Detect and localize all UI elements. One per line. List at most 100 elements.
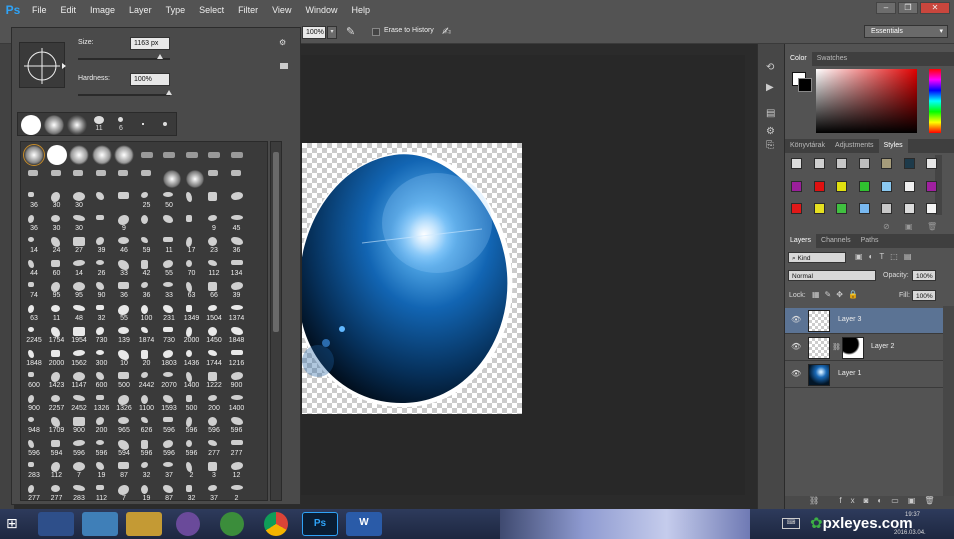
brush-preset[interactable]: 55	[113, 303, 135, 325]
brush-preset[interactable]: 1400	[226, 393, 248, 415]
brush-preset[interactable]: 600	[91, 370, 113, 392]
brush-preset[interactable]: 32	[136, 460, 158, 482]
photoshop-taskbar-icon[interactable]: Ps	[302, 512, 338, 536]
brush-preset[interactable]	[136, 145, 158, 167]
word-icon[interactable]: W	[346, 512, 382, 536]
brush-preset[interactable]: 596	[226, 415, 248, 437]
utorrent-icon[interactable]	[220, 512, 244, 536]
brush-preset[interactable]: 1450	[203, 325, 225, 347]
brush-preset[interactable]	[203, 145, 225, 167]
style-swatch[interactable]	[903, 180, 915, 192]
brush-preset[interactable]: 283	[68, 483, 90, 500]
brush-preset[interactable]: 1147	[68, 370, 90, 392]
brush-preset[interactable]: 32	[91, 303, 113, 325]
brush-preset[interactable]: 30	[46, 213, 68, 235]
menu-layer[interactable]: Layer	[123, 0, 160, 20]
brush-preset[interactable]: 2000	[46, 348, 68, 370]
layers-footer-icons[interactable]: ⛓ fx◙◐▭▣🗑	[785, 496, 954, 509]
brush-preset[interactable]: 1374	[226, 303, 248, 325]
size-input[interactable]: 1163 px	[130, 37, 170, 50]
opacity-input[interactable]: 100%	[912, 270, 936, 281]
brush-preset[interactable]: 63	[181, 280, 203, 302]
brush-preset[interactable]: 36	[136, 280, 158, 302]
brush-preset[interactable]	[91, 168, 113, 190]
tab-paths[interactable]: Paths	[856, 234, 884, 248]
brush-preset[interactable]: 36	[226, 235, 248, 257]
recent-brush-7[interactable]	[163, 122, 167, 126]
brush-preset[interactable]: 27	[68, 235, 90, 257]
brush-preset[interactable]: 900	[226, 370, 248, 392]
brush-preset[interactable]	[91, 145, 113, 167]
brush-preset[interactable]: 25	[136, 190, 158, 212]
play-actions-icon[interactable]: ▶	[766, 82, 774, 93]
brush-preset[interactable]: 277	[23, 483, 45, 500]
brush-preset[interactable]: 74	[23, 280, 45, 302]
brush-preset[interactable]: 14	[68, 258, 90, 280]
style-swatch[interactable]	[791, 203, 802, 214]
brush-preset[interactable]	[203, 168, 225, 190]
brush-preset[interactable]	[158, 213, 180, 235]
visibility-eye-icon[interactable]: 👁	[791, 343, 801, 351]
scrollbar-thumb[interactable]	[273, 152, 279, 332]
fill-input[interactable]: 100%	[912, 290, 936, 301]
new-preset-icon[interactable]	[280, 63, 288, 69]
layer-filter-icons[interactable]: ▣◐T⬚▤	[855, 252, 917, 261]
layers-scrollbar[interactable]	[943, 306, 954, 496]
brush-preset[interactable]: 50	[158, 190, 180, 212]
brush-preset[interactable]	[46, 168, 68, 190]
brush-preset[interactable]: 1349	[181, 303, 203, 325]
brush-preset[interactable]: 48	[68, 303, 90, 325]
brush-grid-scrollbar[interactable]	[270, 141, 282, 501]
brush-preset[interactable]: 11	[158, 235, 180, 257]
brush-preset[interactable]: 231	[158, 303, 180, 325]
brush-preset[interactable]: 1744	[203, 348, 225, 370]
brush-preset[interactable]	[158, 168, 181, 190]
brush-preset[interactable]: 45	[226, 213, 248, 235]
brush-preset[interactable]: 7	[113, 483, 135, 500]
layer-mask-thumbnail[interactable]	[842, 337, 864, 359]
brush-preset[interactable]	[181, 190, 203, 212]
menu-window[interactable]: Window	[299, 0, 345, 20]
brush-preset[interactable]	[136, 213, 158, 235]
brush-preset[interactable]: 66	[203, 280, 225, 302]
hardness-slider-handle[interactable]	[166, 90, 172, 95]
brush-preset[interactable]	[113, 168, 135, 190]
style-swatch[interactable]	[903, 158, 915, 169]
brush-preset[interactable]	[158, 145, 180, 167]
layer-row-layer-3[interactable]: 👁 Layer 3	[785, 308, 943, 334]
restore-button[interactable]: ❐	[898, 2, 918, 14]
brush-preset[interactable]: 87	[113, 460, 135, 482]
brush-preset[interactable]: 1100	[136, 393, 158, 415]
brush-preset[interactable]: 2442	[136, 370, 158, 392]
history-icon[interactable]: ⟲	[766, 62, 774, 73]
brush-preset[interactable]: 200	[91, 415, 113, 437]
brush-preset[interactable]: 95	[46, 280, 68, 302]
brush-preset[interactable]: 32	[181, 483, 203, 500]
brush-preset[interactable]: 100	[136, 303, 158, 325]
brush-preset[interactable]: 30	[46, 190, 68, 212]
menu-edit[interactable]: Edit	[55, 0, 85, 20]
brush-preset[interactable]: 283	[23, 460, 45, 482]
brush-preset[interactable]: 17	[181, 235, 203, 257]
brush-preset[interactable]: 1423	[46, 370, 68, 392]
brush-preset[interactable]: 20	[136, 348, 158, 370]
hue-slider[interactable]	[929, 69, 941, 133]
brush-preset[interactable]: 24	[46, 235, 68, 257]
style-swatch[interactable]	[836, 180, 847, 192]
brush-preset[interactable]: 36	[23, 190, 45, 212]
brush-preset[interactable]: 596	[91, 438, 113, 460]
tab-adjustments[interactable]: Adjustments	[830, 139, 879, 153]
menu-file[interactable]: File	[26, 0, 55, 20]
brush-preset[interactable]: 1874	[136, 325, 158, 347]
brush-preset[interactable]: 1222	[203, 370, 225, 392]
chain-link-icon[interactable]: ⛓	[832, 343, 841, 351]
brush-preset[interactable]: 596	[136, 438, 158, 460]
hardness-slider[interactable]	[78, 94, 170, 96]
workspace-switcher[interactable]: Essentials ▾	[864, 25, 948, 38]
brush-preset[interactable]: 12	[226, 460, 248, 482]
brush-preset[interactable]: 42	[136, 258, 158, 280]
brush-preset[interactable]: 2257	[46, 393, 68, 415]
recent-brush-4[interactable]	[94, 116, 104, 124]
brush-preset[interactable]: 23	[203, 235, 225, 257]
brush-preset[interactable]: 70	[181, 258, 203, 280]
